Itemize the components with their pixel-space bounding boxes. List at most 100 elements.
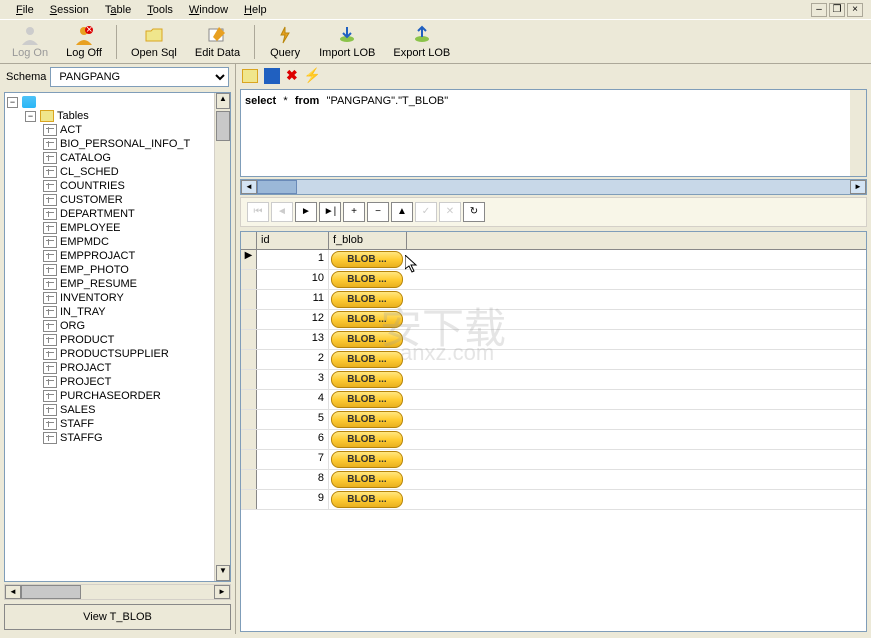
sql-hscroll[interactable]: ◄ ►: [240, 179, 867, 195]
tree-table-item[interactable]: DEPARTMENT: [43, 207, 228, 221]
tree-table-item[interactable]: BIO_PERSONAL_INFO_T: [43, 137, 228, 151]
tree-table-item[interactable]: IN_TRAY: [43, 305, 228, 319]
schema-select[interactable]: PANGPANG: [50, 67, 229, 87]
scroll-right-icon[interactable]: ►: [214, 585, 230, 599]
table-row[interactable]: 9BLOB ...: [241, 490, 866, 510]
tree-root[interactable]: −: [7, 95, 228, 109]
scroll-up-icon[interactable]: ▲: [216, 93, 230, 109]
tree-table-item[interactable]: STAFF: [43, 417, 228, 431]
menu-table[interactable]: Table: [97, 2, 139, 18]
table-row[interactable]: 12BLOB ...: [241, 310, 866, 330]
blob-button[interactable]: BLOB ...: [331, 331, 403, 348]
menu-tools[interactable]: Tools: [139, 2, 181, 18]
id-cell[interactable]: 10: [257, 270, 329, 289]
table-row[interactable]: 10BLOB ...: [241, 270, 866, 290]
tree-tables-folder[interactable]: − Tables: [25, 109, 228, 123]
tree-table-item[interactable]: SALES: [43, 403, 228, 417]
tree-view[interactable]: − − Tables ACTBIO_PERSONAL_INFO_TCATALOG…: [4, 92, 231, 582]
blob-button[interactable]: BLOB ...: [331, 371, 403, 388]
tree-table-item[interactable]: STAFFG: [43, 431, 228, 445]
id-cell[interactable]: 1: [257, 250, 329, 269]
next-button[interactable]: ►: [295, 202, 317, 222]
tree-table-item[interactable]: CATALOG: [43, 151, 228, 165]
refresh-button[interactable]: ↻: [463, 202, 485, 222]
save-icon[interactable]: [264, 68, 280, 84]
tree-hscroll[interactable]: ◄ ►: [4, 584, 231, 600]
scroll-right-icon[interactable]: ►: [850, 180, 866, 194]
id-cell[interactable]: 5: [257, 410, 329, 429]
collapse-icon[interactable]: −: [7, 97, 18, 108]
editdata-button[interactable]: Edit Data: [187, 23, 248, 61]
collapse-icon[interactable]: −: [25, 111, 36, 122]
table-row[interactable]: 13BLOB ...: [241, 330, 866, 350]
blob-button[interactable]: BLOB ...: [331, 271, 403, 288]
id-cell[interactable]: 9: [257, 490, 329, 509]
folder-open-icon[interactable]: [242, 69, 258, 83]
tree-table-item[interactable]: PROJECT: [43, 375, 228, 389]
exportlob-button[interactable]: Export LOB: [385, 23, 458, 61]
hscroll-thumb[interactable]: [21, 585, 81, 599]
blob-button[interactable]: BLOB ...: [331, 291, 403, 308]
opensql-button[interactable]: Open Sql: [123, 23, 185, 61]
tree-table-item[interactable]: EMPMDC: [43, 235, 228, 249]
tree-table-item[interactable]: EMPPROJACT: [43, 249, 228, 263]
id-cell[interactable]: 8: [257, 470, 329, 489]
table-row[interactable]: 4BLOB ...: [241, 390, 866, 410]
sql-editor[interactable]: select * from "PANGPANG"."T_BLOB": [240, 89, 867, 177]
view-table-button[interactable]: View T_BLOB: [4, 604, 231, 630]
first-button[interactable]: ⏮: [247, 202, 269, 222]
sql-vscroll[interactable]: [850, 90, 866, 176]
add-button[interactable]: +: [343, 202, 365, 222]
table-row[interactable]: 5BLOB ...: [241, 410, 866, 430]
id-cell[interactable]: 7: [257, 450, 329, 469]
cancel-button[interactable]: ✕: [439, 202, 461, 222]
minimize-icon[interactable]: –: [811, 3, 827, 17]
table-row[interactable]: 11BLOB ...: [241, 290, 866, 310]
tree-table-item[interactable]: PRODUCTSUPPLIER: [43, 347, 228, 361]
blob-button[interactable]: BLOB ...: [331, 491, 403, 508]
id-cell[interactable]: 11: [257, 290, 329, 309]
id-cell[interactable]: 12: [257, 310, 329, 329]
last-button[interactable]: ►|: [319, 202, 341, 222]
scroll-left-icon[interactable]: ◄: [241, 180, 257, 194]
query-button[interactable]: Query: [261, 23, 309, 61]
tree-vscroll[interactable]: ▲ ▼: [214, 93, 230, 581]
tree-table-item[interactable]: ORG: [43, 319, 228, 333]
blob-button[interactable]: BLOB ...: [331, 351, 403, 368]
menu-help[interactable]: Help: [236, 2, 275, 18]
tree-table-item[interactable]: CL_SCHED: [43, 165, 228, 179]
id-cell[interactable]: 6: [257, 430, 329, 449]
blob-button[interactable]: BLOB ...: [331, 311, 403, 328]
col-blob-header[interactable]: f_blob: [329, 232, 407, 249]
table-row[interactable]: 3BLOB ...: [241, 370, 866, 390]
blob-button[interactable]: BLOB ...: [331, 391, 403, 408]
table-row[interactable]: 6BLOB ...: [241, 430, 866, 450]
up-button[interactable]: ▲: [391, 202, 413, 222]
logoff-button[interactable]: × Log Off: [58, 23, 110, 61]
blob-button[interactable]: BLOB ...: [331, 451, 403, 468]
id-cell[interactable]: 3: [257, 370, 329, 389]
hscroll-thumb[interactable]: [257, 180, 297, 194]
scroll-down-icon[interactable]: ▼: [216, 565, 230, 581]
check-button[interactable]: ✓: [415, 202, 437, 222]
tree-table-item[interactable]: PRODUCT: [43, 333, 228, 347]
menu-file[interactable]: FFileile: [8, 2, 42, 18]
table-row[interactable]: 7BLOB ...: [241, 450, 866, 470]
restore-icon[interactable]: ❐: [829, 3, 845, 17]
tree-table-item[interactable]: ACT: [43, 123, 228, 137]
scroll-thumb[interactable]: [216, 111, 230, 141]
execute-icon[interactable]: ⚡: [304, 67, 321, 84]
tree-table-item[interactable]: CUSTOMER: [43, 193, 228, 207]
menu-window[interactable]: Window: [181, 2, 236, 18]
menu-session[interactable]: Session: [42, 2, 97, 18]
importlob-button[interactable]: Import LOB: [311, 23, 383, 61]
tree-table-item[interactable]: PROJACT: [43, 361, 228, 375]
blob-button[interactable]: BLOB ...: [331, 251, 403, 268]
prev-button[interactable]: ◄: [271, 202, 293, 222]
scroll-left-icon[interactable]: ◄: [5, 585, 21, 599]
table-row[interactable]: 2BLOB ...: [241, 350, 866, 370]
tree-table-item[interactable]: PURCHASEORDER: [43, 389, 228, 403]
blob-button[interactable]: BLOB ...: [331, 471, 403, 488]
data-grid[interactable]: id f_blob ▶1BLOB ...10BLOB ...11BLOB ...…: [240, 231, 867, 632]
table-row[interactable]: ▶1BLOB ...: [241, 250, 866, 270]
